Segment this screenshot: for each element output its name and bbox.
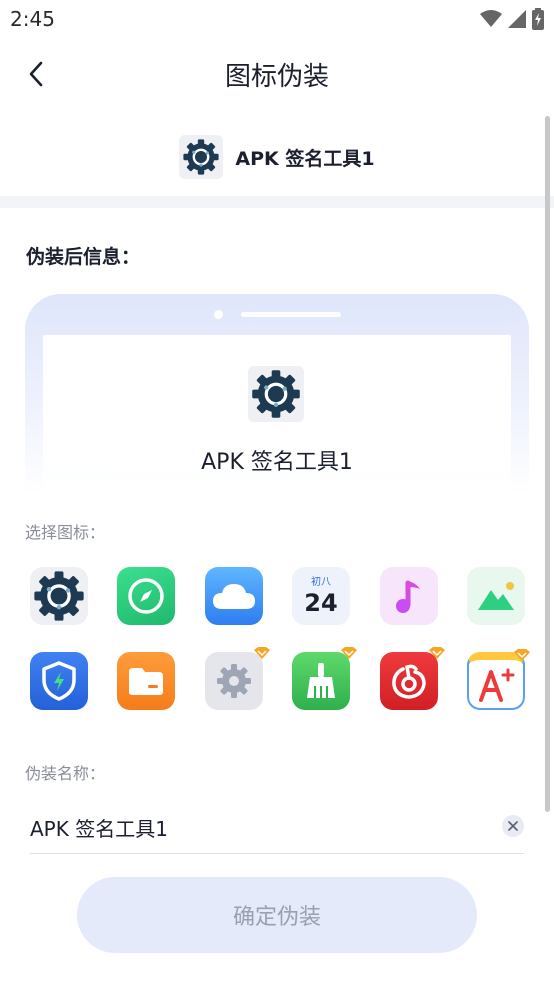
phone-speaker [241,312,341,317]
icon-option-settings[interactable] [205,647,270,710]
folder-icon [129,668,163,695]
confirm-disguise-button[interactable]: 确定伪装 [77,877,477,953]
icon-option-notes[interactable] [467,649,530,710]
icon-option-gear[interactable] [30,567,88,625]
calendar-day: 24 [304,589,338,617]
preview-section-label: 伪装后信息： [26,246,141,268]
status-time: 2:45 [10,7,55,31]
scrollbar[interactable] [545,116,550,812]
app-header: APK 签名工具1 [0,124,554,190]
icon-option-gallery[interactable] [467,567,525,625]
page-title: 图标伪装 [224,62,329,92]
premium-badge-icon [341,647,357,659]
close-icon [508,821,518,831]
app-header-name: APK 签名工具1 [235,147,375,170]
settings-icon [217,664,251,698]
app-bar: 图标伪装 [0,40,554,110]
icon-option-files[interactable] [117,652,175,710]
status-icons [480,7,544,31]
battery-charging-icon [532,8,544,30]
name-field [30,804,524,854]
preview-app-name: APK 签名工具1 [201,450,353,475]
calendar-lunar-date: 初八 [311,577,331,588]
wifi-icon [480,10,502,27]
icon-option-cloud[interactable] [205,567,263,625]
icon-option-security[interactable] [30,652,88,710]
icon-option-cleaner[interactable] [292,647,357,710]
compass-icon [128,578,164,614]
music-note-icon [396,580,420,613]
a-plus-icon [479,668,515,702]
app-header-icon [179,135,224,179]
mountain-icon [478,582,514,610]
icon-option-calendar[interactable]: 初八 24 [292,567,350,625]
icon-picker-label: 选择图标： [25,523,106,542]
music-disc-icon [392,664,426,699]
signal-icon [508,10,526,28]
premium-badge-icon [429,647,445,659]
disguise-name-input[interactable] [30,812,490,842]
phone-camera-dot [214,310,223,319]
status-bar: 2:45 [0,0,554,40]
gear-icon [34,571,84,621]
gear-icon [252,370,300,418]
gear-icon [183,139,219,175]
cloud-icon [213,584,255,609]
section-divider [0,196,554,208]
premium-badge-icon [514,649,530,661]
icon-option-music[interactable] [380,567,438,625]
clear-input-button[interactable] [502,815,524,837]
broom-icon [307,663,335,698]
shield-icon [42,661,76,701]
premium-badge-icon [254,647,270,659]
icon-option-compass[interactable] [117,567,175,625]
icon-option-netease-music[interactable] [380,647,445,710]
preview-app-icon [248,366,304,422]
name-field-label: 伪装名称： [25,764,106,783]
